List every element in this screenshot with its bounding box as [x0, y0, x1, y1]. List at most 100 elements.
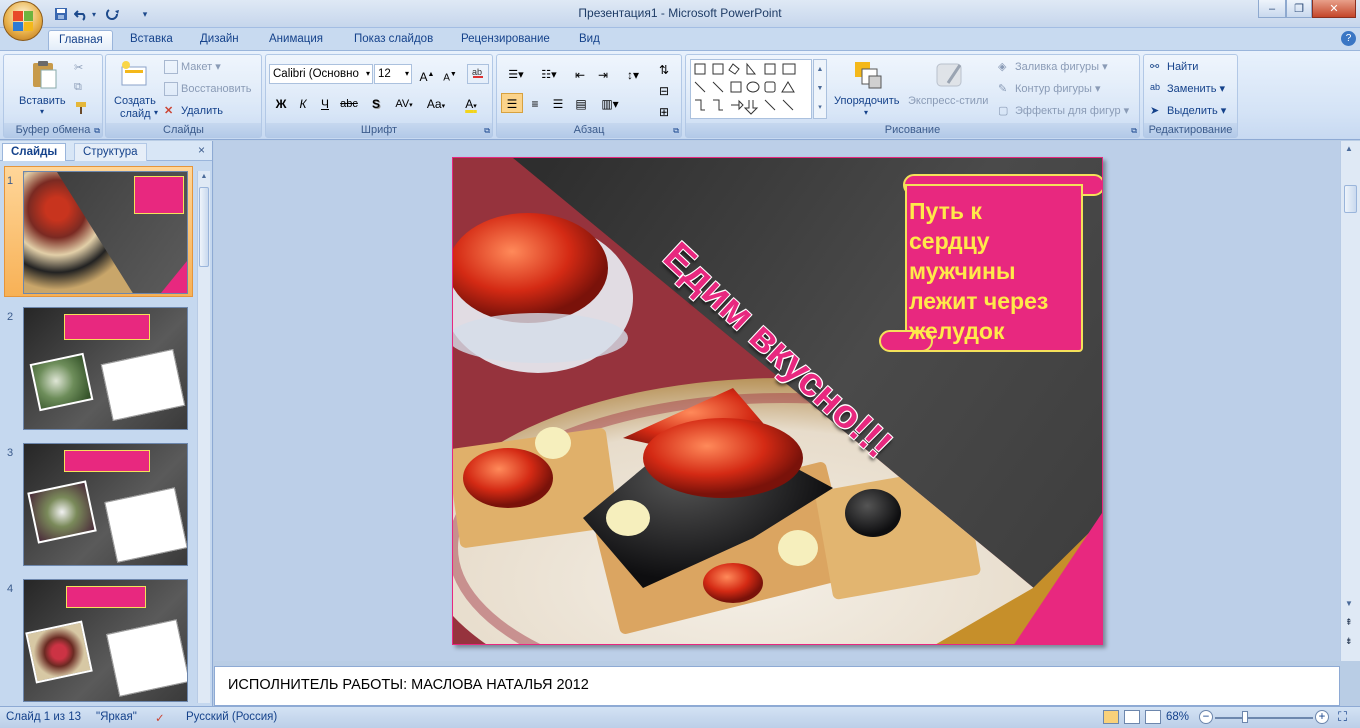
- replace-button[interactable]: ab Заменить ▾: [1150, 82, 1225, 96]
- slide-sorter-icon[interactable]: [1124, 710, 1140, 724]
- copy-icon[interactable]: ⧉: [74, 81, 82, 94]
- new-slide-icon[interactable]: [118, 59, 150, 91]
- zoom-level[interactable]: 68%: [1166, 711, 1189, 723]
- pane-close-icon[interactable]: ×: [198, 143, 205, 157]
- grow-font-icon[interactable]: A▲: [416, 64, 438, 84]
- tab-home[interactable]: Главная: [48, 30, 113, 50]
- slides-pane-scrollbar[interactable]: ▲: [197, 171, 210, 703]
- slide-1-editor[interactable]: Едим вкусно!!! Путь к сердцу мужчины леж…: [452, 157, 1103, 645]
- align-text-icon[interactable]: ⊟: [653, 80, 675, 100]
- font-launcher-icon[interactable]: ⧉: [484, 126, 490, 136]
- shrink-font-icon[interactable]: A▼: [439, 64, 461, 84]
- quick-styles-button[interactable]: Экспресс-стили: [908, 95, 988, 107]
- prev-slide-icon[interactable]: ⇞: [1345, 617, 1353, 627]
- shape-fill-button[interactable]: ◈ Заливка фигуры ▾: [998, 60, 1108, 74]
- spellcheck-icon[interactable]: ✓: [155, 711, 165, 725]
- thumbnail-slide-1[interactable]: [23, 171, 188, 294]
- tab-insert[interactable]: Вставка: [120, 30, 183, 50]
- align-left-icon[interactable]: ☰: [501, 93, 523, 113]
- line-spacing-icon[interactable]: ↕▾: [618, 64, 648, 84]
- find-button[interactable]: ⚯ Найти: [1150, 60, 1198, 74]
- zoom-slider-track[interactable]: [1215, 717, 1313, 719]
- select-button[interactable]: ➤ Выделить ▾: [1150, 104, 1226, 118]
- banner-text[interactable]: Путь к сердцу мужчины лежит через желудо…: [909, 196, 1081, 346]
- delete-slide-button[interactable]: ✕ Удалить: [164, 104, 223, 118]
- help-icon[interactable]: ?: [1341, 31, 1356, 46]
- slide-scrollbar[interactable]: ▲ ▼ ⇞ ⇟: [1340, 141, 1360, 661]
- clipboard-launcher-icon[interactable]: ⧉: [94, 126, 100, 136]
- char-spacing-button[interactable]: AV▾: [390, 93, 418, 113]
- shape-outline-button[interactable]: ✎ Контур фигуры ▾: [998, 82, 1101, 96]
- paste-button[interactable]: Вставить: [19, 95, 66, 107]
- minimize-button[interactable]: –: [1258, 0, 1286, 18]
- italic-button[interactable]: К: [292, 93, 314, 113]
- smartart-icon[interactable]: ⊞: [653, 101, 675, 121]
- notes-text[interactable]: ИСПОЛНИТЕЛЬ РАБОТЫ: МАСЛОВА НАТАЛЬЯ 2012: [228, 677, 589, 693]
- font-size-value: 12: [378, 68, 391, 80]
- tab-review[interactable]: Рецензирование: [451, 30, 560, 50]
- zoom-in-icon[interactable]: +: [1315, 710, 1329, 724]
- zoom-slider-thumb[interactable]: [1242, 711, 1248, 723]
- scroll-down-icon[interactable]: ▼: [1345, 599, 1353, 608]
- tab-view[interactable]: Вид: [569, 30, 610, 50]
- arrange-dropdown-icon[interactable]: ▾: [864, 108, 868, 117]
- thumbnail-slide-3[interactable]: [23, 443, 188, 566]
- font-color-button[interactable]: A▾: [456, 93, 486, 113]
- bullets-icon[interactable]: ☰▾: [501, 64, 531, 84]
- shapes-gallery-scroll[interactable]: ▲ ▼ ▾: [813, 59, 827, 119]
- fit-to-window-icon[interactable]: ⛶: [1338, 709, 1347, 725]
- arrange-icon[interactable]: [852, 59, 884, 91]
- align-right-icon[interactable]: ☰: [547, 93, 569, 113]
- paste-dropdown-icon[interactable]: ▾: [40, 107, 44, 116]
- paragraph-launcher-icon[interactable]: ⧉: [673, 126, 679, 136]
- restore-button[interactable]: ❐: [1286, 0, 1312, 18]
- text-direction-icon[interactable]: ⇅: [653, 59, 675, 79]
- new-slide-label-2[interactable]: слайд: [120, 108, 151, 120]
- reset-button[interactable]: Восстановить: [164, 82, 251, 96]
- tab-animation[interactable]: Анимация: [259, 30, 333, 50]
- thumbnail-slide-2[interactable]: [23, 307, 188, 430]
- normal-view-icon[interactable]: [1103, 710, 1119, 724]
- next-slide-icon[interactable]: ⇟: [1345, 636, 1353, 646]
- decrease-indent-icon[interactable]: ⇤: [569, 64, 591, 84]
- shape-effects-button[interactable]: ▢ Эффекты для фигур ▾: [998, 104, 1129, 118]
- columns-icon[interactable]: ▥▾: [595, 93, 625, 113]
- language-indicator[interactable]: Русский (Россия): [186, 711, 277, 723]
- new-slide-label-1[interactable]: Создать: [114, 95, 156, 107]
- font-size-box[interactable]: 12 ▾: [374, 64, 412, 84]
- shadow-button[interactable]: S: [365, 93, 387, 113]
- tab-outline[interactable]: Структура: [74, 143, 147, 161]
- justify-icon[interactable]: ▤: [570, 93, 592, 113]
- tab-slideshow[interactable]: Показ слайдов: [344, 30, 443, 50]
- thumbnail-slide-4[interactable]: [23, 579, 188, 702]
- drawing-launcher-icon[interactable]: ⧉: [1131, 126, 1137, 136]
- bold-button[interactable]: Ж: [270, 93, 292, 113]
- quick-styles-icon[interactable]: [934, 59, 966, 91]
- notes-pane[interactable]: ИСПОЛНИТЕЛЬ РАБОТЫ: МАСЛОВА НАТАЛЬЯ 2012: [214, 666, 1340, 706]
- slide-scroll-banner[interactable]: Путь к сердцу мужчины лежит через желудо…: [879, 174, 1102, 352]
- align-center-icon[interactable]: ≡: [524, 93, 546, 113]
- underline-button[interactable]: Ч: [314, 93, 336, 113]
- close-button[interactable]: ✕: [1312, 0, 1356, 18]
- scroll-up-icon[interactable]: ▲: [1345, 144, 1353, 153]
- tab-slides[interactable]: Слайды: [2, 143, 67, 161]
- strikethrough-button[interactable]: abc: [338, 93, 360, 113]
- paste-icon[interactable]: [28, 59, 60, 91]
- clear-format-icon[interactable]: ab: [467, 64, 489, 84]
- slideshow-view-icon[interactable]: [1145, 710, 1161, 724]
- zoom-out-icon[interactable]: −: [1199, 710, 1213, 724]
- format-painter-icon[interactable]: [74, 101, 88, 118]
- new-slide-dropdown-icon[interactable]: ▾: [154, 108, 158, 117]
- change-case-button[interactable]: Aa▾: [422, 93, 450, 113]
- arrange-button[interactable]: Упорядочить: [834, 95, 899, 107]
- font-name-box[interactable]: Calibri (Основно ▾: [269, 64, 373, 84]
- slides-pane-scroll-thumb[interactable]: [199, 187, 209, 267]
- layout-button[interactable]: Макет ▾: [164, 60, 221, 75]
- tab-design[interactable]: Дизайн: [190, 30, 249, 50]
- numbering-icon[interactable]: ☷▾: [534, 64, 564, 84]
- shapes-gallery[interactable]: [690, 59, 812, 119]
- increase-indent-icon[interactable]: ⇥: [592, 64, 614, 84]
- office-button[interactable]: [3, 1, 43, 41]
- slide-scroll-thumb[interactable]: [1344, 185, 1357, 213]
- cut-icon[interactable]: ✂: [74, 61, 83, 74]
